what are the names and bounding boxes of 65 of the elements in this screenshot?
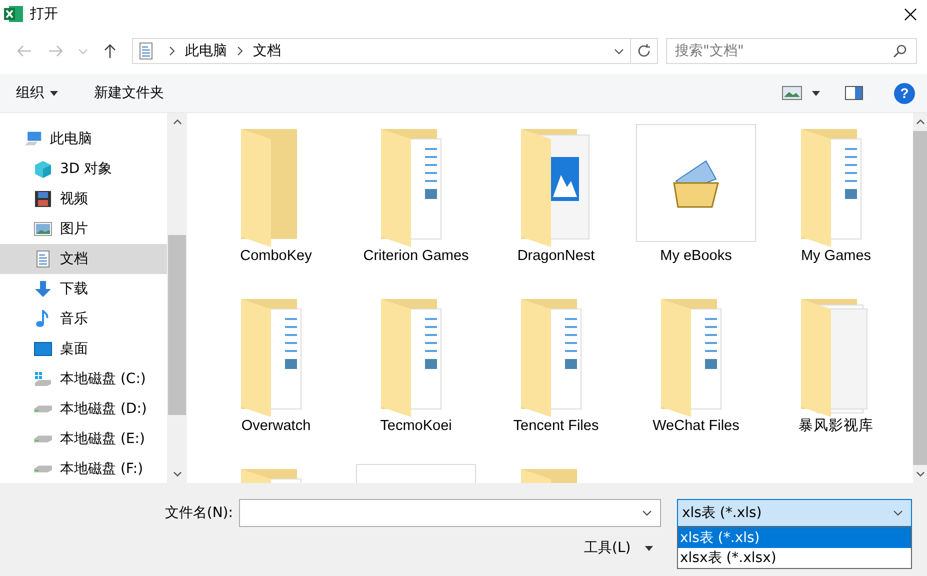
- file-name[interactable]: My eBooks: [641, 246, 751, 266]
- caret-icon[interactable]: [812, 90, 820, 96]
- sidebar-item[interactable]: 文档: [0, 244, 167, 274]
- new-folder-button[interactable]: 新建文件夹: [86, 80, 172, 106]
- file-name[interactable]: Tencent Files: [501, 416, 611, 436]
- sidebar-item[interactable]: 视频: [0, 184, 167, 214]
- file-name[interactable]: 暴风影视库: [781, 416, 891, 436]
- dropdown-option[interactable]: xls表 (*.xls): [678, 528, 911, 548]
- chevron-down-icon[interactable]: [893, 510, 903, 516]
- organize-menu-button[interactable]: 组织: [8, 80, 66, 106]
- file-name[interactable]: WeChat Files: [641, 416, 751, 436]
- computer-icon: [24, 130, 42, 148]
- sidebar-item[interactable]: 桌面: [0, 334, 167, 364]
- breadcrumb-item[interactable]: 文档: [253, 42, 281, 60]
- file-name[interactable]: DragonNest: [501, 246, 611, 266]
- folder-icon: [521, 129, 591, 247]
- filename-label: 文件名(N):: [164, 504, 233, 522]
- sidebar-item[interactable]: 图片: [0, 214, 167, 244]
- file-name[interactable]: TecmoKoei: [361, 416, 471, 436]
- file-name[interactable]: Criterion Games: [361, 246, 471, 266]
- chevron-up-icon[interactable]: [916, 119, 924, 125]
- chevron-right-icon: [237, 46, 243, 56]
- cube-icon: [34, 160, 52, 178]
- address-bar[interactable]: 此电脑 文档: [132, 38, 658, 64]
- sidebar-item[interactable]: 本地磁盘 (D:): [0, 394, 167, 424]
- up-arrow-icon[interactable]: [102, 43, 118, 59]
- system-drive-icon: [34, 370, 52, 388]
- breadcrumb-item[interactable]: 此电脑: [185, 42, 227, 60]
- chevron-right-icon: [169, 46, 175, 56]
- chevron-down-icon[interactable]: [614, 48, 624, 54]
- document-icon: [34, 250, 52, 268]
- chevron-down-icon[interactable]: [916, 471, 924, 477]
- sidebar-item[interactable]: 音乐: [0, 304, 167, 334]
- sidebar-item[interactable]: 本地磁盘 (C:): [0, 364, 167, 394]
- spreadsheet-app-icon: [4, 5, 24, 23]
- film-strip-icon: [34, 190, 52, 208]
- help-button[interactable]: ?: [894, 82, 915, 104]
- tools-menu-button[interactable]: 工具(L): [580, 537, 657, 559]
- filename-field[interactable]: [239, 499, 661, 527]
- view-picture-icon[interactable]: [782, 86, 802, 100]
- file-name[interactable]: Overwatch: [221, 416, 331, 436]
- file-type-dropdown[interactable]: xls表 (*.xls): [677, 499, 912, 527]
- file-name[interactable]: My Games: [781, 246, 891, 266]
- chevron-up-icon[interactable]: [172, 119, 182, 125]
- close-icon[interactable]: [904, 8, 917, 20]
- chevron-down-icon[interactable]: [642, 510, 652, 516]
- search-icon: [893, 44, 907, 58]
- refresh-icon: [636, 43, 652, 59]
- preview-pane-icon[interactable]: [844, 86, 864, 100]
- scrollbar[interactable]: [167, 113, 187, 483]
- scrollbar[interactable]: [913, 113, 927, 483]
- down-arrow-icon: [34, 280, 52, 298]
- picture-icon: [34, 220, 52, 238]
- chevron-down-icon[interactable]: [172, 471, 182, 477]
- sidebar-item[interactable]: 本地磁盘 (E:): [0, 424, 167, 454]
- file-name[interactable]: ComboKey: [221, 246, 331, 266]
- sidebar-item[interactable]: 此电脑: [0, 124, 167, 154]
- sidebar-item[interactable]: 下载: [0, 274, 167, 304]
- sidebar-item[interactable]: 本地磁盘 (F:): [0, 454, 167, 484]
- desktop-icon: [34, 340, 52, 358]
- search-field[interactable]: 搜索"文档": [666, 38, 917, 64]
- document-icon: [139, 42, 153, 60]
- window-title: 打开: [30, 5, 58, 23]
- sidebar-item[interactable]: 3D 对象: [0, 154, 167, 184]
- dropdown-option[interactable]: xlsx表 (*.xlsx): [678, 548, 911, 568]
